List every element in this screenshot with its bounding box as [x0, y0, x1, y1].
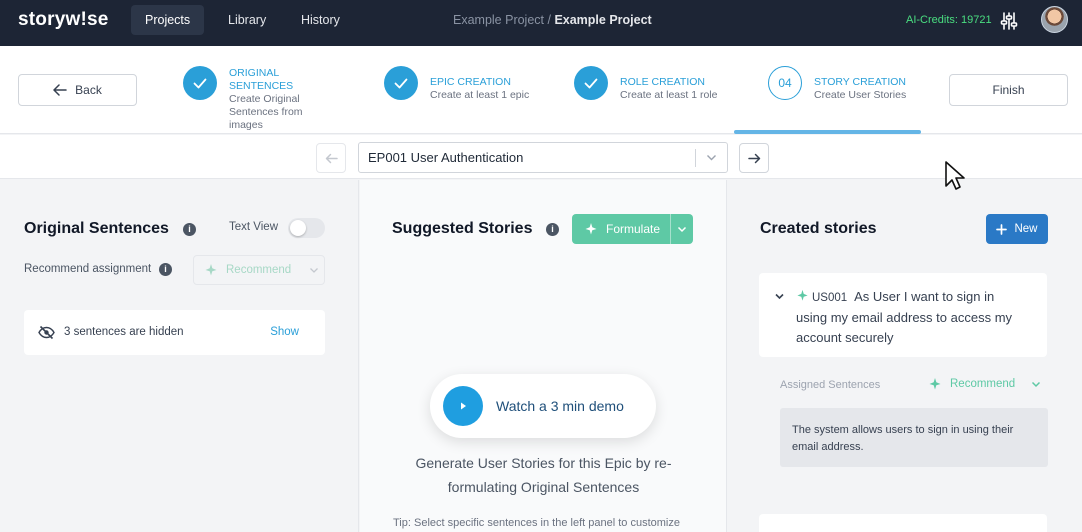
- sparkle-icon: [929, 378, 941, 390]
- step-title: STORY CREATION: [814, 76, 906, 88]
- info-icon[interactable]: i: [546, 223, 559, 236]
- panel-title: Suggested Stories: [392, 220, 533, 237]
- plus-icon: [996, 223, 1008, 235]
- chevron-down-icon: [310, 268, 319, 273]
- previous-epic-button[interactable]: [316, 143, 346, 173]
- created-stories-panel: Created stories New US001 As User I want…: [728, 180, 1082, 532]
- watch-demo-button[interactable]: Watch a 3 min demo: [430, 374, 656, 438]
- hidden-sentences-text: 3 sentences are hidden: [64, 326, 184, 338]
- new-story-button[interactable]: New: [986, 214, 1048, 244]
- arrow-left-icon: [325, 153, 338, 163]
- arrow-right-icon: [747, 153, 760, 163]
- assigned-sentence[interactable]: The system allows users to sign in using…: [780, 408, 1048, 467]
- sparkle-icon: [205, 264, 217, 276]
- show-hidden-link[interactable]: Show: [270, 326, 299, 338]
- text-view-toggle[interactable]: [288, 218, 325, 238]
- active-step-indicator: [734, 130, 921, 134]
- next-epic-button[interactable]: [739, 143, 769, 173]
- story-id: US001: [812, 292, 848, 304]
- story-card[interactable]: [759, 514, 1047, 532]
- suggested-stories-panel: Suggested Stories i Formulate Watch a 3 …: [360, 180, 727, 532]
- top-nav-bar: storyw!se Projects Library History Examp…: [0, 0, 1082, 46]
- recommend-assignment-label: Recommend assignment: [24, 263, 152, 275]
- step-title: ROLE CREATION: [620, 76, 705, 88]
- recommend-dropdown[interactable]: Recommend: [193, 255, 325, 285]
- step-original-sentences[interactable]: ORIGINAL SENTENCES Create Original Sente…: [183, 66, 353, 132]
- panel-title: Created stories: [760, 220, 877, 237]
- step-subtitle: Create User Stories: [814, 89, 907, 101]
- tip-text: Tip: Select specific sentences in the le…: [393, 517, 680, 529]
- epic-select[interactable]: EP001 User Authentication: [358, 142, 728, 173]
- sliders-icon[interactable]: [998, 10, 1020, 32]
- recommend-label: Recommend: [950, 378, 1016, 390]
- assigned-sentences-header: Assigned Sentences Recommend: [780, 377, 1048, 391]
- info-icon[interactable]: i: [159, 263, 172, 276]
- select-divider: [695, 149, 696, 167]
- step-title: ORIGINAL SENTENCES: [229, 67, 294, 92]
- step-subtitle: Create at least 1 role: [620, 89, 718, 101]
- step-role-creation[interactable]: ROLE CREATION Create at least 1 role: [574, 66, 744, 102]
- breadcrumb-project[interactable]: Example Project: [453, 13, 544, 27]
- panel-title: Original Sentences: [24, 220, 169, 237]
- assigned-sentences-label: Assigned Sentences: [780, 379, 881, 391]
- epic-select-value: EP001 User Authentication: [368, 150, 524, 165]
- new-label: New: [1014, 223, 1038, 235]
- nav-history[interactable]: History: [287, 5, 354, 35]
- story-card[interactable]: US001 As User I want to sign in using my…: [759, 273, 1047, 357]
- finish-button[interactable]: Finish: [949, 74, 1068, 106]
- sparkle-icon: [585, 223, 597, 235]
- step-subtitle: Create at least 1 epic: [430, 89, 530, 101]
- check-icon: [574, 66, 608, 100]
- eye-off-icon: [38, 325, 55, 340]
- step-story-creation[interactable]: 04 STORY CREATION Create User Stories: [768, 66, 918, 102]
- breadcrumb: Example Project / Example Project: [453, 13, 652, 27]
- play-icon: [443, 386, 483, 426]
- empty-state-text: Generate User Stories for this Epic by r…: [415, 455, 672, 495]
- breadcrumb-current: Example Project: [554, 13, 652, 27]
- formulate-button[interactable]: Formulate: [572, 214, 693, 244]
- mouse-cursor-icon: [945, 161, 965, 190]
- epic-selector-row: EP001 User Authentication: [0, 135, 1082, 179]
- wizard-stepper: Back ORIGINAL SENTENCES Create Original …: [0, 46, 1082, 134]
- back-button[interactable]: Back: [18, 74, 137, 106]
- app-logo[interactable]: storyw!se: [18, 9, 109, 31]
- original-sentences-panel: Original Sentences i Text View Recommend…: [0, 180, 359, 532]
- formulate-label: Formulate: [606, 222, 661, 236]
- nav-projects[interactable]: Projects: [131, 5, 205, 35]
- story-text: US001 As User I want to sign in using my…: [796, 287, 1016, 348]
- demo-label: Watch a 3 min demo: [496, 398, 624, 414]
- nav-library[interactable]: Library: [214, 5, 280, 35]
- avatar[interactable]: [1041, 6, 1068, 33]
- step-title: EPIC CREATION: [430, 76, 511, 88]
- chevron-down-icon: [707, 155, 716, 161]
- step-number: 04: [768, 66, 802, 100]
- ai-credits: AI-Credits: 19721: [906, 14, 992, 26]
- chevron-down-icon[interactable]: [775, 292, 784, 301]
- step-epic-creation[interactable]: EPIC CREATION Create at least 1 epic: [384, 66, 554, 102]
- hidden-sentences-card: 3 sentences are hidden Show: [24, 310, 325, 355]
- step-subtitle: Create Original Sentences from images: [229, 93, 303, 131]
- chevron-down-icon: [677, 226, 687, 233]
- arrow-left-icon: [53, 84, 67, 96]
- info-icon[interactable]: i: [183, 223, 196, 236]
- check-icon: [183, 66, 217, 100]
- back-button-label: Back: [75, 83, 102, 97]
- breadcrumb-separator: /: [544, 13, 555, 27]
- recommend-label: Recommend: [226, 264, 292, 276]
- recommend-dropdown[interactable]: Recommend: [928, 377, 1041, 391]
- chevron-down-icon: [1032, 381, 1041, 388]
- text-view-label: Text View: [229, 221, 279, 233]
- check-icon: [384, 66, 418, 100]
- formulate-options-toggle[interactable]: [670, 214, 693, 244]
